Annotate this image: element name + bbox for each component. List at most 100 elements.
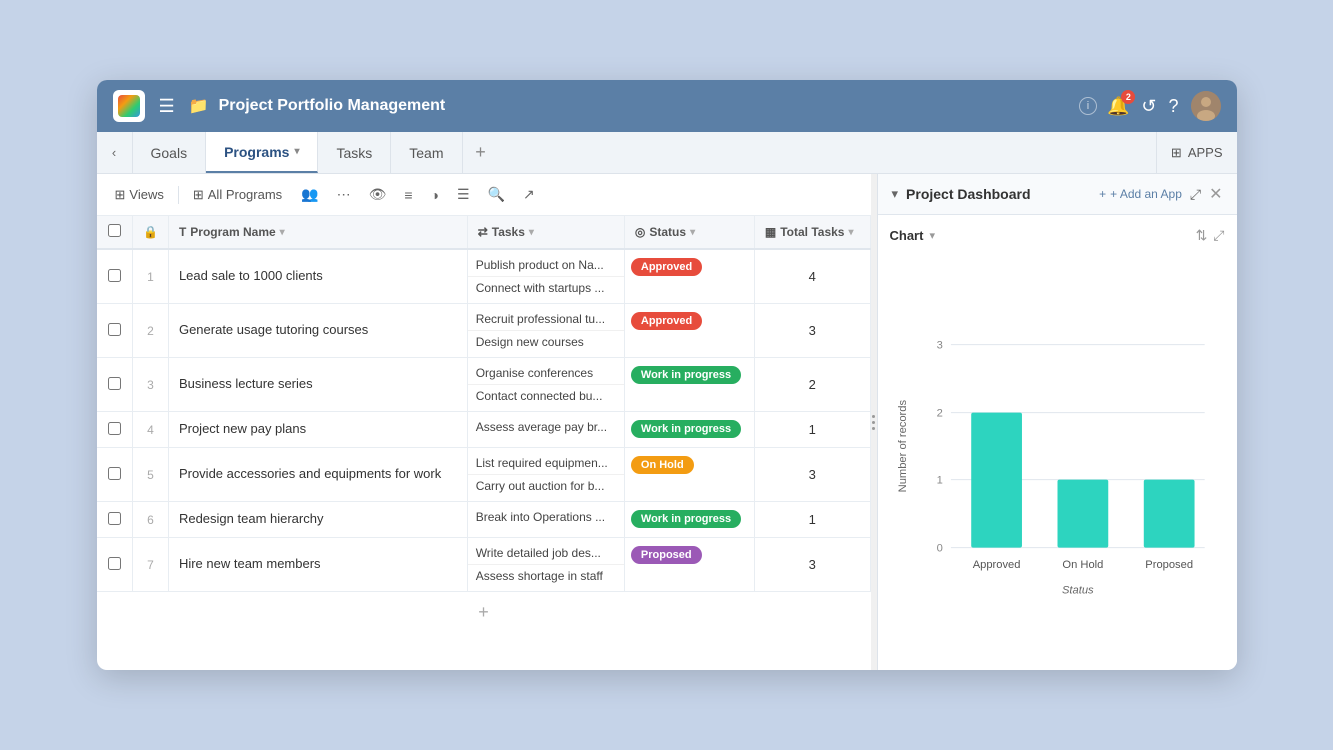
checkbox-col-header[interactable]: [97, 216, 133, 249]
tasks-col-header[interactable]: ⇄ Tasks ▾: [467, 216, 624, 249]
row-lock: 2: [133, 304, 169, 358]
views-grid-icon: ⊞: [115, 187, 126, 203]
task-item[interactable]: Break into Operations ...: [468, 506, 624, 528]
dashboard-header: ▾ Project Dashboard + + Add an App ⤢ ✕: [878, 174, 1237, 215]
expand-dashboard-button[interactable]: ⤢: [1190, 186, 1201, 203]
program-name-cell: Hire new team members: [168, 538, 467, 592]
total-tasks-label: Total Tasks: [780, 225, 844, 239]
status-badge[interactable]: On Hold: [631, 456, 694, 474]
app-window: ☰ 📁 Project Portfolio Management i 🔔 2 ↺…: [97, 80, 1237, 670]
row-checkbox[interactable]: [108, 467, 121, 480]
total-tasks-cell: 1: [754, 502, 870, 538]
hide-icon[interactable]: 👁: [364, 182, 392, 207]
tab-programs-dropdown-icon: ▾: [294, 146, 299, 157]
task-item[interactable]: Publish product on Na...: [468, 254, 624, 277]
notifications-button[interactable]: 🔔 2: [1107, 96, 1129, 117]
svg-text:Number of records: Number of records: [897, 400, 909, 493]
task-item[interactable]: Contact connected bu...: [468, 385, 624, 407]
tabs-bar: ‹ Goals Programs ▾ Tasks Team + ⊞ APPS: [97, 132, 1237, 174]
program-name-cell: Provide accessories and equipments for w…: [168, 448, 467, 502]
menu-icon[interactable]: ☰: [155, 92, 179, 121]
tab-goals-label: Goals: [151, 145, 188, 161]
tab-tasks[interactable]: Tasks: [318, 132, 391, 173]
chart-svg: 0 1 2 3 Number of records Approved On: [890, 256, 1225, 616]
history-button[interactable]: ↺: [1141, 96, 1156, 117]
status-badge[interactable]: Approved: [631, 312, 702, 330]
tasks-cell: Write detailed job des...Assess shortage…: [467, 538, 624, 592]
table-row: 1Lead sale to 1000 clientsPublish produc…: [97, 249, 871, 304]
tasks-cell: Assess average pay br...: [467, 412, 624, 448]
dashboard-collapse-icon[interactable]: ▾: [892, 186, 899, 202]
task-item[interactable]: List required equipmen...: [468, 452, 624, 475]
drag-dot-2: [872, 421, 875, 424]
views-button[interactable]: ⊞ Views: [109, 183, 170, 207]
header-bar: ☰ 📁 Project Portfolio Management i 🔔 2 ↺…: [97, 80, 1237, 132]
tab-team[interactable]: Team: [391, 132, 462, 173]
task-item[interactable]: Design new courses: [468, 331, 624, 353]
collapse-sidebar-button[interactable]: ‹: [97, 132, 133, 173]
close-dashboard-button[interactable]: ✕: [1209, 184, 1222, 204]
drag-dot-1: [872, 415, 875, 418]
total-tasks-cell: 1: [754, 412, 870, 448]
total-tasks-col-header[interactable]: ▦ Total Tasks ▾: [754, 216, 870, 249]
info-icon[interactable]: i: [1079, 97, 1097, 115]
task-item[interactable]: Assess shortage in staff: [468, 565, 624, 587]
help-button[interactable]: ?: [1168, 96, 1178, 117]
row-checkbox[interactable]: [108, 557, 121, 570]
all-programs-button[interactable]: ⊞ All Programs: [187, 183, 288, 207]
task-item[interactable]: Recruit professional tu...: [468, 308, 624, 331]
notification-badge: 2: [1121, 90, 1135, 104]
row-checkbox[interactable]: [108, 422, 121, 435]
task-item[interactable]: Carry out auction for b...: [468, 475, 624, 497]
chart-settings-icon[interactable]: ⇅: [1196, 227, 1208, 244]
svg-text:2: 2: [936, 408, 942, 420]
dashboard-title: Project Dashboard: [906, 186, 1091, 202]
program-name-cell: Business lecture series: [168, 358, 467, 412]
row-checkbox[interactable]: [108, 377, 121, 390]
row-checkbox[interactable]: [108, 512, 121, 525]
toolbar-separator-1: [178, 186, 179, 204]
status-badge[interactable]: Work in progress: [631, 510, 741, 528]
color-icon[interactable]: ◑: [426, 183, 444, 207]
status-badge[interactable]: Work in progress: [631, 366, 741, 384]
avatar[interactable]: [1191, 91, 1221, 121]
task-item[interactable]: Organise conferences: [468, 362, 624, 385]
program-name-col-header[interactable]: T Program Name ▾: [168, 216, 467, 249]
row-lock: 3: [133, 358, 169, 412]
task-item[interactable]: Assess average pay br...: [468, 416, 624, 438]
tab-programs-label: Programs: [224, 144, 289, 160]
task-item[interactable]: Write detailed job des...: [468, 542, 624, 565]
tasks-cell: Break into Operations ...: [467, 502, 624, 538]
apps-button[interactable]: ⊞ APPS: [1156, 132, 1237, 173]
chart-container: Chart ▾ ⇅ ⤢ 0 1 2 3 Nu: [878, 215, 1237, 670]
status-cell: Work in progress: [624, 358, 754, 412]
search-icon[interactable]: 🔍: [483, 182, 510, 207]
row-checkbox[interactable]: [108, 269, 121, 282]
row-checkbox[interactable]: [108, 323, 121, 336]
status-badge[interactable]: Work in progress: [631, 420, 741, 438]
status-col-header[interactable]: ◎ Status ▾: [624, 216, 754, 249]
tab-programs[interactable]: Programs ▾: [206, 132, 318, 173]
add-tab-button[interactable]: +: [463, 132, 499, 173]
tasks-cell: Publish product on Na...Connect with sta…: [467, 249, 624, 304]
add-row-button[interactable]: +: [97, 592, 871, 633]
chart-dropdown-icon[interactable]: ▾: [929, 229, 935, 242]
chart-expand-icon[interactable]: ⤢: [1213, 227, 1224, 244]
add-app-button[interactable]: + + Add an App: [1099, 187, 1182, 201]
tab-goals[interactable]: Goals: [133, 132, 207, 173]
select-all-checkbox[interactable]: [108, 224, 121, 237]
add-icon: +: [1099, 187, 1106, 201]
status-cell: Proposed: [624, 538, 754, 592]
task-item[interactable]: Connect with startups ...: [468, 277, 624, 299]
group-by-icon[interactable]: 👥: [296, 182, 323, 207]
more-options-icon[interactable]: ⋯: [332, 182, 356, 207]
status-badge[interactable]: Proposed: [631, 546, 702, 564]
status-badge[interactable]: Approved: [631, 258, 702, 276]
program-name-cell: Lead sale to 1000 clients: [168, 249, 467, 304]
filter-icon[interactable]: ≡: [399, 183, 417, 207]
program-name-cell: Project new pay plans: [168, 412, 467, 448]
toolbar: ⊞ Views ⊞ All Programs 👥 ⋯ 👁 ≡ ◑ ☰ 🔍 ↗: [97, 174, 871, 216]
share-icon[interactable]: ↗: [518, 182, 540, 207]
tasks-label: Tasks: [492, 225, 525, 239]
column-icon[interactable]: ☰: [452, 182, 475, 207]
